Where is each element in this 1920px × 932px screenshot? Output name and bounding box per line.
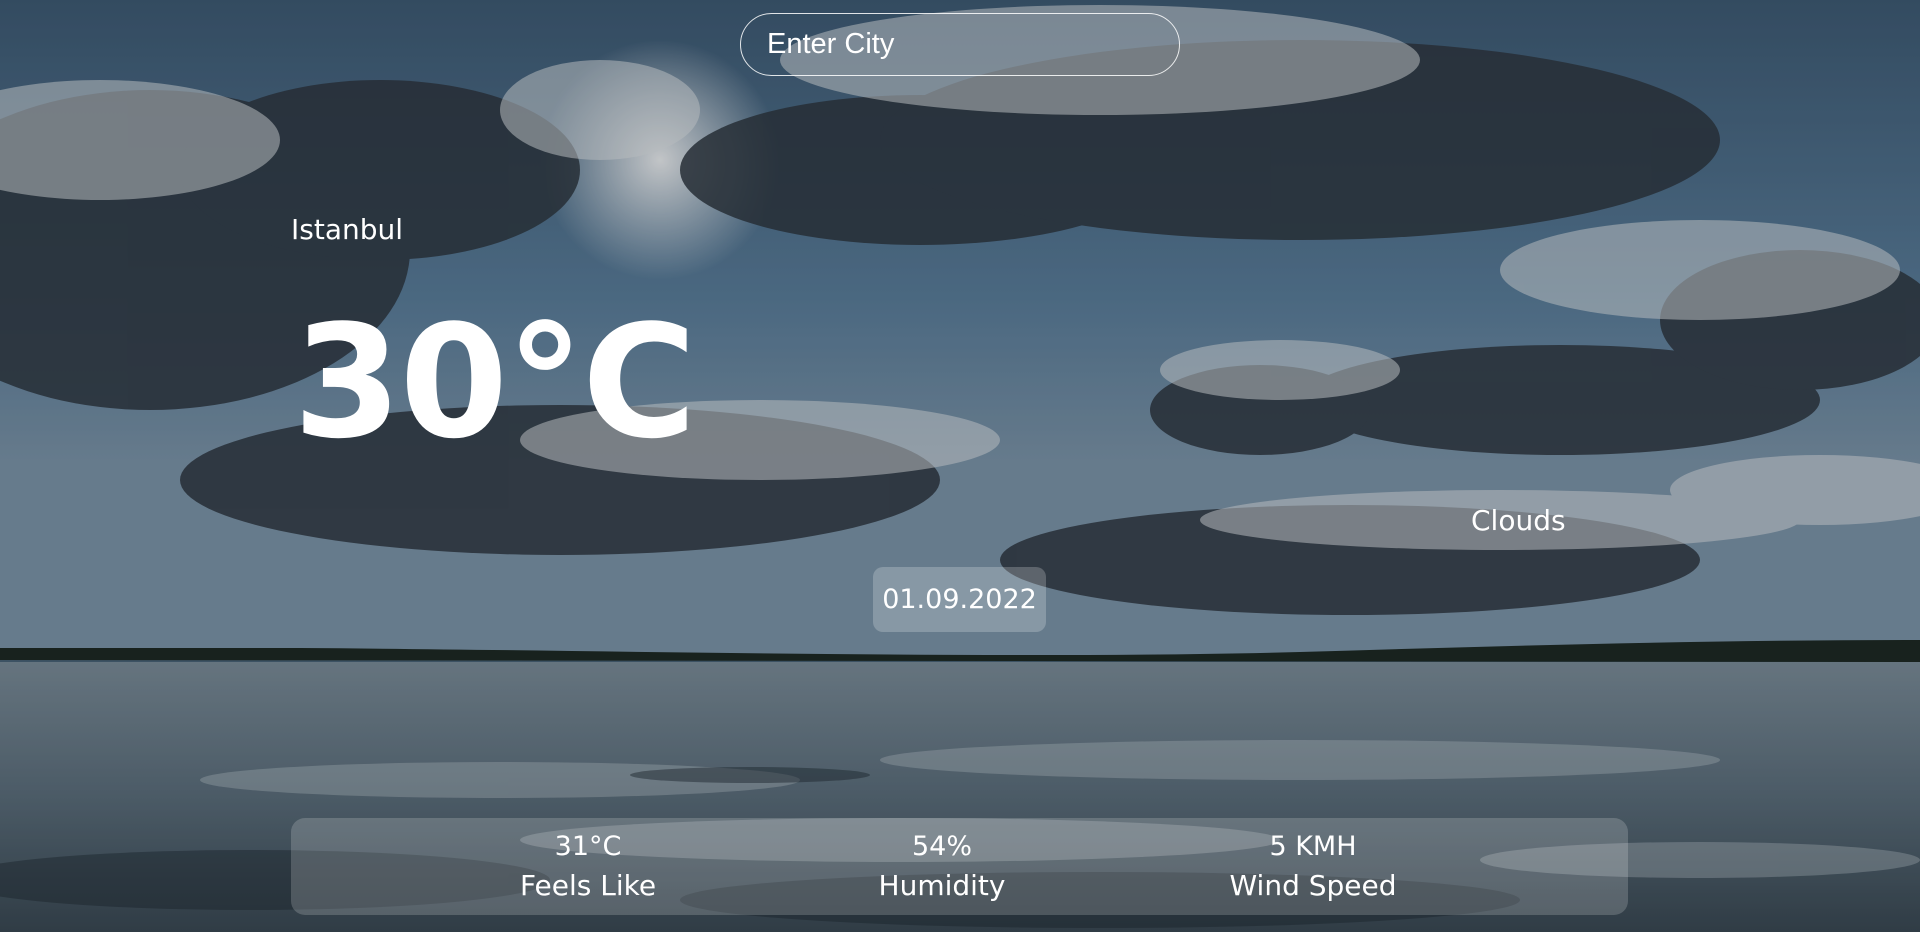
feels-like-label: Feels Like	[519, 869, 657, 902]
humidity-label: Humidity	[878, 869, 1006, 902]
city-search-input[interactable]	[740, 13, 1180, 76]
background-dim-overlay	[0, 0, 1920, 932]
stat-feels-like: 31°C Feels Like	[520, 828, 656, 906]
weather-condition: Clouds	[1471, 504, 1566, 537]
wind-speed-value: 5 KMH	[1269, 831, 1357, 862]
city-name: Istanbul	[291, 213, 404, 246]
search-bar	[740, 13, 1180, 76]
current-temperature: 30°C	[293, 291, 697, 473]
stat-wind-speed: 5 KMH Wind Speed	[1229, 828, 1396, 906]
stat-humidity: 54% Humidity	[879, 828, 1006, 906]
wind-speed-label: Wind Speed	[1229, 869, 1397, 902]
humidity-value: 54%	[911, 831, 972, 862]
weather-stats-panel: 31°C Feels Like 54% Humidity 5 KMH Wind …	[291, 818, 1628, 915]
feels-like-value: 31°C	[554, 831, 622, 862]
date-text: 01.09.2022	[882, 584, 1037, 615]
date-badge: 01.09.2022	[873, 567, 1046, 632]
